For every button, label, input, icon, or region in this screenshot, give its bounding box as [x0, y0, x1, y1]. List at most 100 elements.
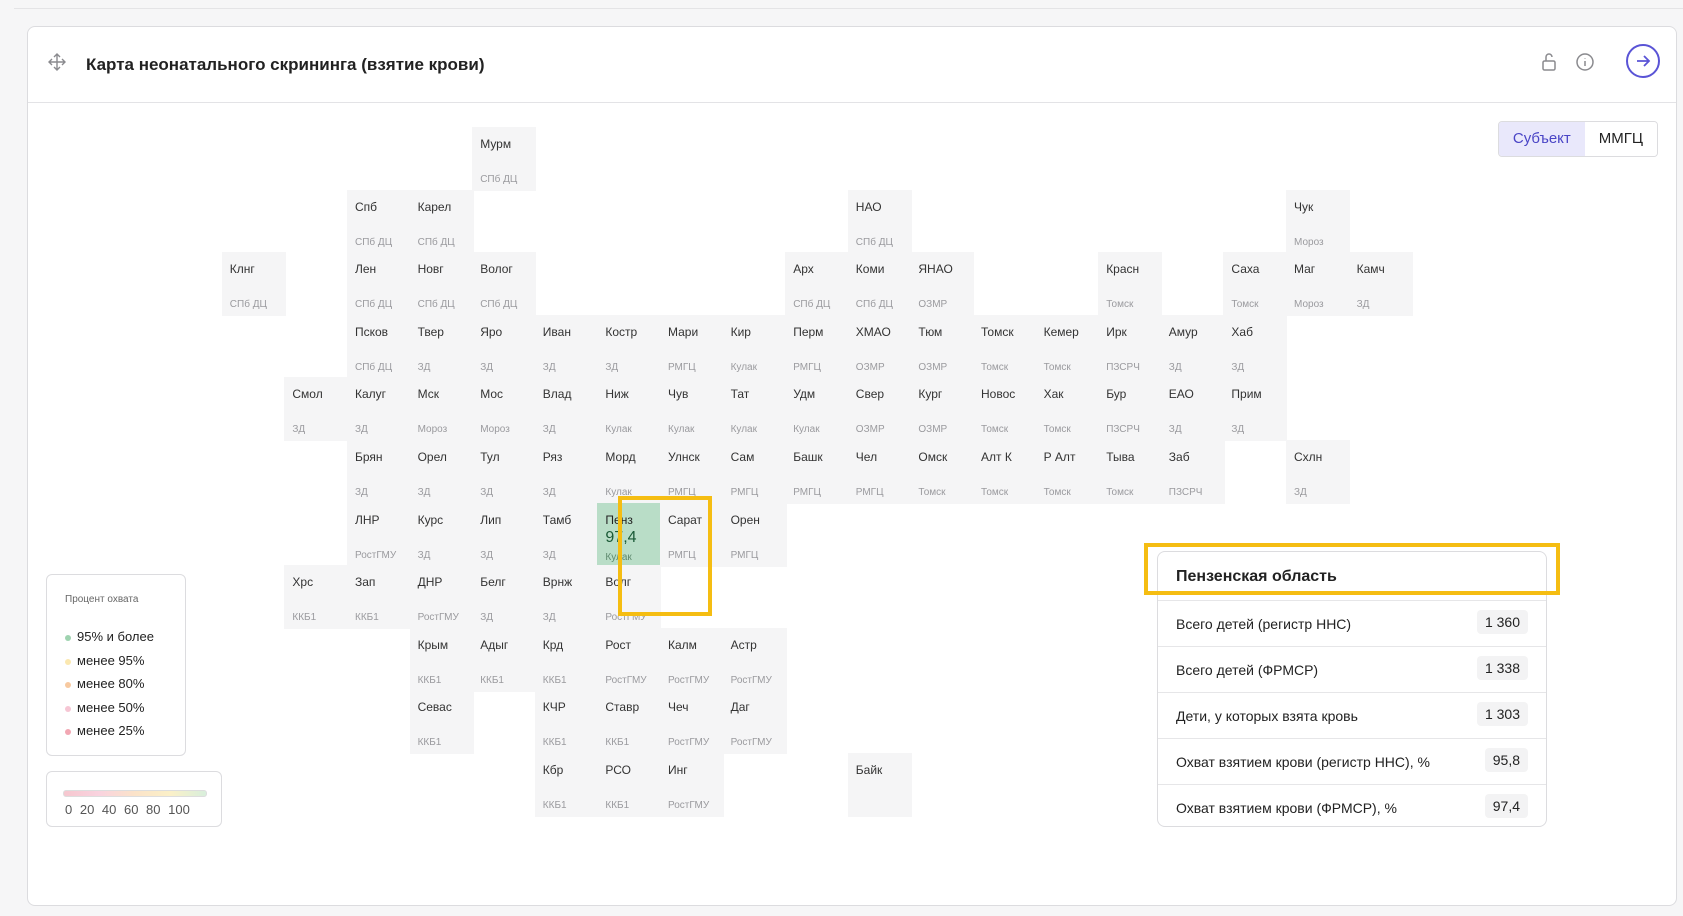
region-tile[interactable]: Волог СПб ДЦ — [472, 252, 537, 317]
region-tile[interactable]: Алт К Томск — [973, 440, 1037, 504]
region-tile[interactable]: Орел ЗД — [409, 440, 474, 504]
region-tile[interactable]: Кир Кулак — [722, 314, 787, 379]
region-tile[interactable]: Мари РМГЦ — [660, 314, 724, 379]
region-tile[interactable]: Саха Томск — [1223, 252, 1288, 317]
region-tile[interactable]: Р Алт Томск — [1035, 440, 1100, 504]
region-tile[interactable]: Удм Кулак — [785, 377, 850, 442]
region-tile[interactable]: Чув Кулак — [660, 377, 724, 442]
region-tile[interactable]: Яро ЗД — [472, 314, 537, 379]
toggle-subject[interactable]: Субъект — [1498, 122, 1585, 156]
region-tile[interactable]: ЕАО ЗД — [1160, 377, 1225, 442]
region-tile[interactable]: Адыг ККБ1 — [472, 627, 537, 692]
region-tile[interactable]: Кбр ККБ1 — [534, 753, 599, 817]
region-tile[interactable]: Ирк ПЗСРЧ — [1098, 314, 1163, 379]
region-tile[interactable]: ХМАО ОЗМР — [847, 314, 912, 379]
region-tile[interactable]: Ставр ККБ1 — [597, 690, 662, 755]
region-tile[interactable]: Хак Томск — [1035, 377, 1100, 442]
region-tile-name: Спб — [355, 199, 378, 214]
region-tile[interactable]: Рост РостГМУ — [597, 627, 662, 692]
region-tile[interactable]: Белг ЗД — [472, 565, 537, 630]
region-tile[interactable]: Крым ККБ1 — [409, 627, 474, 692]
region-tile[interactable]: Зап ККБ1 — [347, 565, 411, 630]
region-tile[interactable]: Смол ЗД — [284, 377, 349, 442]
region-tile[interactable]: Хаб ЗД — [1223, 314, 1288, 379]
region-tile[interactable]: Тыва Томск — [1098, 440, 1163, 504]
region-tile[interactable]: Заб ПЗСРЧ — [1160, 440, 1225, 504]
region-tile[interactable]: Сарат РМГЦ — [660, 502, 724, 567]
region-tile[interactable]: Брян ЗД — [347, 440, 411, 504]
region-tile[interactable]: РСО ККБ1 — [597, 753, 662, 817]
region-tile[interactable]: Бур ПЗСРЧ — [1098, 377, 1163, 442]
region-tile[interactable]: Иван ЗД — [534, 314, 599, 379]
region-tile[interactable]: Чеч РостГМУ — [660, 690, 724, 755]
region-tile[interactable]: Новг СПб ДЦ — [409, 252, 474, 317]
region-tile[interactable]: Твер ЗД — [409, 314, 474, 379]
region-tile-center: СПб ДЦ — [355, 361, 393, 373]
region-tile-name: Байк — [855, 763, 883, 777]
region-tile[interactable]: Севас ККБ1 — [409, 690, 474, 755]
info-icon[interactable] — [1574, 51, 1596, 73]
region-tile[interactable]: Волг РостГМУ — [597, 565, 662, 630]
region-tile[interactable]: Даг РостГМУ — [722, 690, 787, 755]
region-tile-name: Сам — [730, 450, 755, 464]
region-tile[interactable]: Улнск РМГЦ — [660, 440, 724, 504]
region-tile[interactable]: Карел СПб ДЦ — [409, 189, 474, 254]
region-tile[interactable]: Астр РостГМУ — [722, 627, 787, 692]
toggle-mmgc[interactable]: ММГЦ — [1584, 122, 1657, 156]
region-tile[interactable]: Камч ЗД — [1348, 252, 1413, 317]
region-tile[interactable]: ЯНАО ОЗМР — [910, 252, 975, 317]
region-tile[interactable]: Кург ОЗМР — [910, 377, 975, 442]
region-tile[interactable]: Схлн ЗД — [1286, 440, 1350, 504]
region-tile[interactable]: Ряз ЗД — [534, 440, 599, 504]
region-tile[interactable]: Чук Мороз — [1286, 189, 1350, 254]
region-tile[interactable]: Башк РМГЦ — [785, 440, 850, 504]
region-tile[interactable]: Коми СПб ДЦ — [847, 252, 912, 317]
region-tile[interactable]: Сам РМГЦ — [722, 440, 787, 504]
unlock-icon[interactable] — [1538, 51, 1560, 73]
region-tile[interactable]: Орен РМГЦ — [722, 502, 787, 567]
region-tile[interactable]: КЧР ККБ1 — [534, 690, 599, 755]
region-tile[interactable]: Спб СПб ДЦ — [347, 189, 411, 254]
region-tile[interactable]: Тат Кулак — [722, 377, 787, 442]
region-tile[interactable]: Влад ЗД — [534, 377, 599, 442]
region-tile[interactable]: Курс ЗД — [409, 502, 474, 567]
region-tile[interactable]: Кемер Томск — [1035, 314, 1100, 379]
region-tile[interactable]: ЛНР РостГМУ — [347, 502, 411, 567]
region-tile[interactable]: Ниж Кулак — [597, 377, 662, 442]
region-tile[interactable]: НАО СПб ДЦ — [847, 189, 912, 254]
region-tile[interactable]: Мурм СПб ДЦ — [472, 127, 537, 191]
region-tile[interactable]: Морд Кулак — [597, 440, 662, 504]
region-tile[interactable]: Прим ЗД — [1223, 377, 1288, 442]
region-tile[interactable]: Красн Томск — [1098, 252, 1163, 317]
region-tile[interactable]: Омск Томск — [910, 440, 975, 504]
region-tile[interactable]: Псков СПб ДЦ — [347, 314, 411, 379]
region-tile[interactable]: Мос Мороз — [472, 377, 537, 442]
region-tile[interactable]: Врнж ЗД — [534, 565, 599, 630]
region-tile[interactable]: Мск Мороз — [409, 377, 474, 442]
region-tile[interactable]: Клнг СПб ДЦ — [221, 252, 286, 317]
region-tile[interactable]: Пенз 97,4 Кулак — [597, 502, 662, 567]
region-tile[interactable]: Амур ЗД — [1160, 314, 1225, 379]
region-tile[interactable]: Перм РМГЦ — [785, 314, 850, 379]
region-tile[interactable]: Тамб ЗД — [534, 502, 599, 567]
region-tile[interactable]: Томск Томск — [973, 314, 1037, 379]
open-arrow-button[interactable] — [1626, 44, 1660, 78]
drag-move-icon[interactable] — [48, 53, 66, 71]
region-tile[interactable]: Тюм ОЗМР — [910, 314, 975, 379]
region-tile[interactable]: ДНР РостГМУ — [409, 565, 474, 630]
region-tile[interactable]: Маг Мороз — [1286, 252, 1350, 317]
region-tile[interactable]: Новос Томск — [973, 377, 1037, 442]
region-tile[interactable]: Калуг ЗД — [347, 377, 411, 442]
region-tile[interactable]: Арх СПб ДЦ — [785, 252, 850, 317]
region-tile[interactable]: Костр ЗД — [597, 314, 662, 379]
region-tile[interactable]: Тул ЗД — [472, 440, 537, 504]
region-tile[interactable]: Инг РостГМУ — [660, 753, 724, 817]
region-tile[interactable]: Крд ККБ1 — [534, 627, 599, 692]
region-tile[interactable]: Лип ЗД — [472, 502, 537, 567]
region-tile[interactable]: Хрс ККБ1 — [284, 565, 349, 630]
region-tile[interactable]: Свер ОЗМР — [847, 377, 912, 442]
region-tile[interactable]: Чел РМГЦ — [847, 440, 912, 504]
region-tile[interactable]: Байк — [847, 753, 912, 817]
region-tile[interactable]: Калм РостГМУ — [660, 627, 724, 692]
region-tile[interactable]: Лен СПб ДЦ — [347, 252, 411, 317]
